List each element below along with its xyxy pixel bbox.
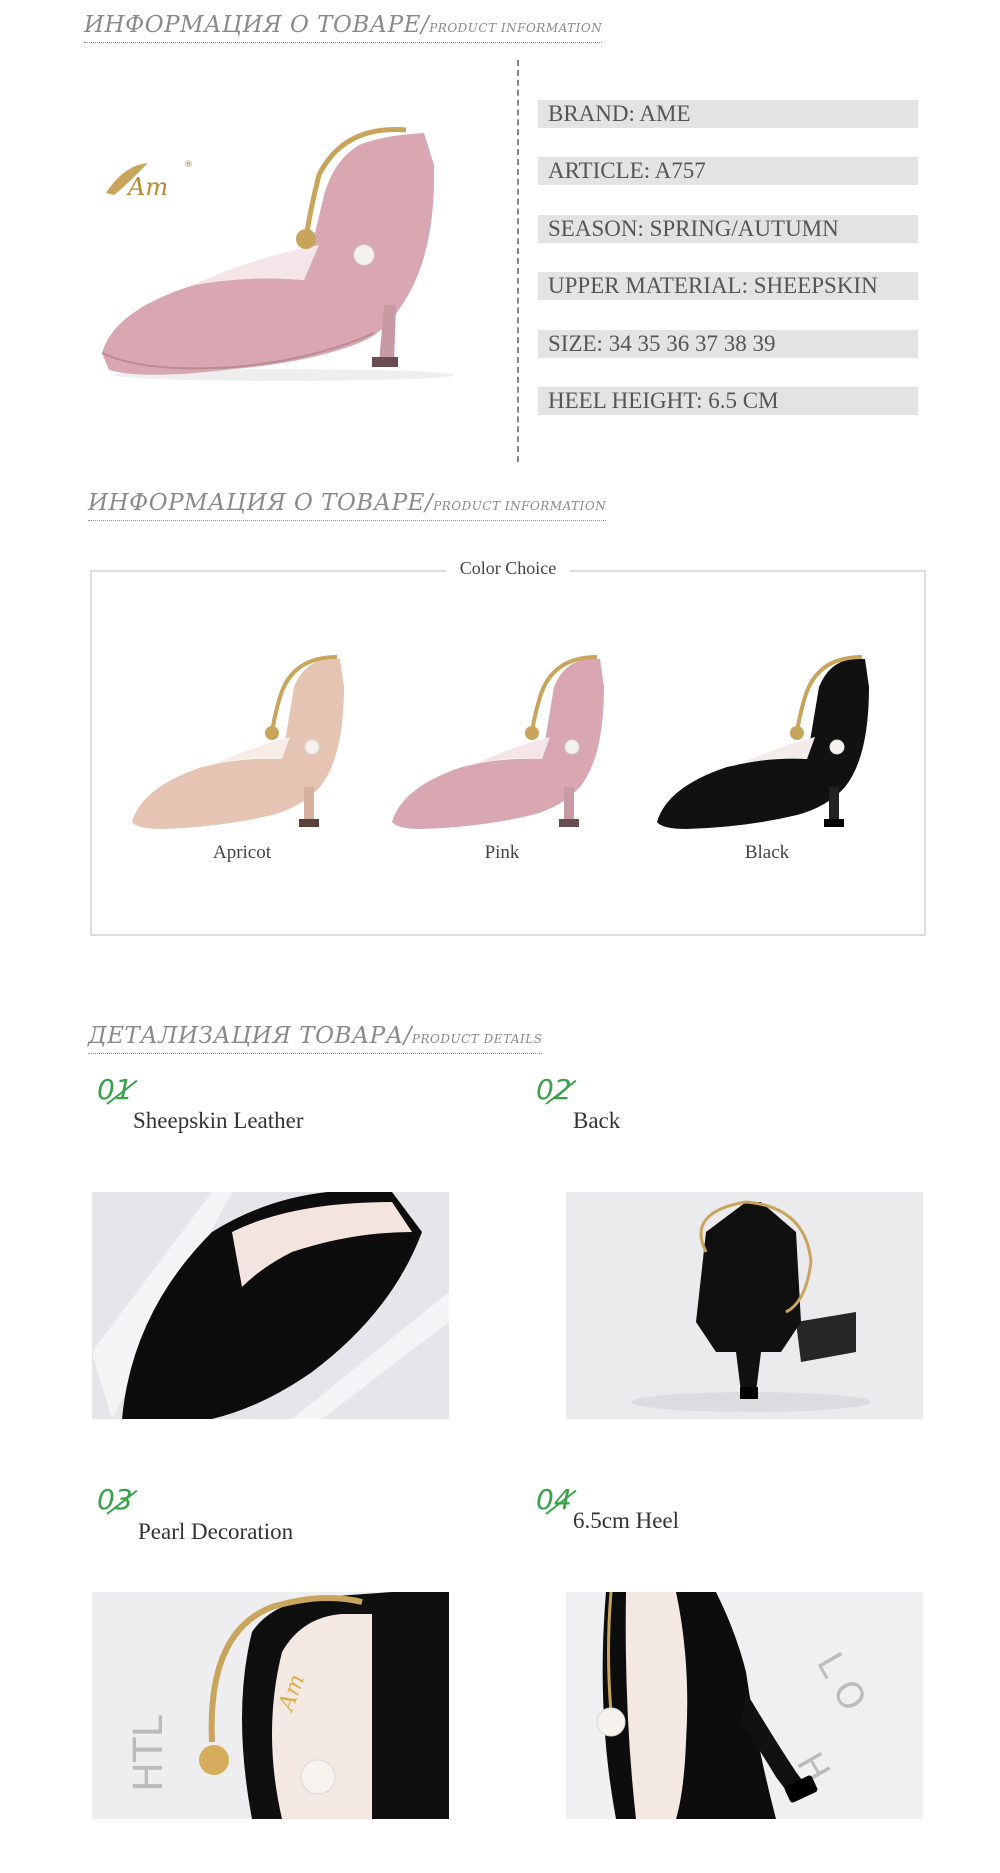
vertical-divider	[517, 60, 519, 462]
spec-upper-material: UPPER MATERIAL: SHEEPSKIN	[538, 272, 918, 300]
detail-label-sheepskin: Sheepskin Leather	[133, 1108, 304, 1133]
section-heading-product-info: ИНФОРМАЦИЯ О ТОВАРЕ/Product information	[84, 12, 603, 43]
color-label-apricot: Apricot	[212, 842, 272, 863]
heading-en: Product details	[411, 1032, 543, 1046]
detail-number-01: 01	[97, 1073, 133, 1106]
color-label-black: Black	[744, 842, 790, 863]
spec-article: ARTICLE: A757	[538, 157, 918, 185]
heading-ru: ДЕТАЛИЗАЦИЯ ТОВАРА/	[88, 1023, 412, 1049]
color-label-pink: Pink	[484, 842, 520, 863]
svg-text:HTL: HTL	[126, 1714, 172, 1792]
color-option-apricot[interactable]	[122, 647, 362, 837]
heading-en: Product information	[429, 21, 603, 35]
color-option-pink[interactable]	[382, 647, 622, 837]
spec-season: SEASON: SPRING/AUTUMN	[538, 215, 918, 243]
detail-number-02: 02	[536, 1073, 572, 1106]
detail-label-heel: 6.5cm Heel	[573, 1508, 680, 1533]
detail-photo-sheepskin-leather	[92, 1192, 449, 1419]
detail-label-pearl: Pearl Decoration	[138, 1519, 294, 1544]
detail-label-back: Back	[573, 1108, 621, 1133]
spec-heel-height: HEEL HEIGHT: 6.5 CM	[538, 387, 918, 415]
logo-mark: ®	[184, 160, 193, 170]
pink-shoe-illustration	[101, 127, 454, 381]
section-heading-product-info-2: ИНФОРМАЦИЯ О ТОВАРЕ/Product information	[88, 490, 607, 521]
detail-photo-pearl-decoration: HTL Am	[92, 1592, 449, 1819]
heading-en: Product information	[433, 499, 607, 513]
spec-brand: BRAND: AME	[538, 100, 918, 128]
color-option-black[interactable]	[647, 647, 887, 837]
color-choice-title: Color Choice	[92, 558, 924, 579]
product-hero-image: Am ®	[84, 105, 464, 395]
detail-number-03: 03	[97, 1483, 133, 1516]
detail-photo-heel: L O H	[566, 1592, 923, 1819]
brand-logo: Am ®	[106, 160, 193, 201]
detail-photo-back	[566, 1192, 923, 1419]
detail-number-04: 04	[536, 1483, 572, 1516]
color-choice-panel: Color Choice Apricot Pink Black	[90, 558, 926, 936]
logo-text: Am	[126, 173, 168, 201]
heading-ru: ИНФОРМАЦИЯ О ТОВАРЕ/	[88, 490, 434, 516]
spec-size: SIZE: 34 35 36 37 38 39	[538, 330, 918, 358]
heading-ru: ИНФОРМАЦИЯ О ТОВАРЕ/	[84, 12, 430, 38]
section-heading-product-details: ДЕТАЛИЗАЦИЯ ТОВАРА/Product details	[88, 1023, 543, 1054]
